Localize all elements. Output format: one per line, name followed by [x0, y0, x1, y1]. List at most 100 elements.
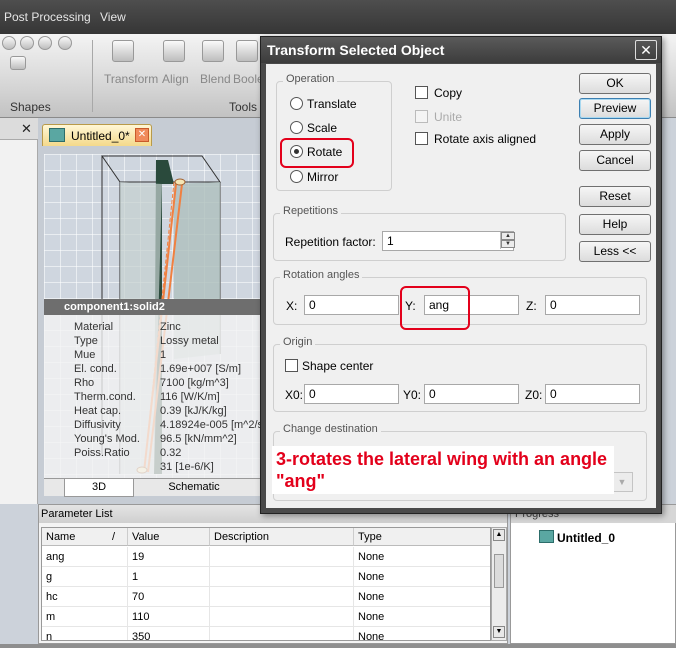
x0-input[interactable]: 0	[304, 384, 399, 404]
transform-button[interactable]: Transform	[104, 72, 158, 86]
radio-label: Translate	[307, 97, 357, 111]
table-row[interactable]: n 350 None	[42, 627, 490, 640]
radio-indicator	[290, 170, 303, 183]
ribbon-separator	[92, 40, 93, 112]
object-info-title: component1:solid2	[44, 299, 262, 315]
tab-3d[interactable]: 3D	[64, 479, 134, 497]
shape-center-checkbox[interactable]	[285, 359, 298, 372]
property-value: 1.69e+007 [S/m]	[160, 363, 242, 375]
boolean-icon[interactable]	[236, 40, 258, 62]
copy-label: Copy	[434, 86, 463, 100]
progress-tree-item[interactable]: Untitled_0	[557, 531, 615, 545]
property-value: 0.39 [kJ/K/kg]	[160, 405, 227, 417]
cell-type: None	[354, 627, 490, 640]
cell-value: 19	[128, 547, 210, 567]
cell-name: n	[42, 627, 128, 640]
cone-shape-icon[interactable]	[20, 36, 34, 50]
table-row[interactable]: g 1 None	[42, 567, 490, 587]
align-icon[interactable]	[163, 40, 185, 62]
cancel-button[interactable]: Cancel	[579, 150, 651, 171]
repetitions-group: Repetitions Repetition factor: 1 ▲ ▼	[273, 205, 566, 261]
close-icon[interactable]: ✕	[21, 121, 32, 137]
parameter-scrollbar[interactable]: ▲ ▼	[491, 527, 507, 641]
repetition-spinner[interactable]: ▲ ▼	[500, 232, 515, 249]
blend-button[interactable]: Blend	[200, 72, 231, 86]
scroll-down-icon[interactable]: ▼	[493, 626, 505, 638]
3d-viewport[interactable]: component1:solid2 Material Zinc Type Lossy…	[44, 154, 262, 478]
scroll-thumb[interactable]	[494, 554, 504, 588]
table-row[interactable]: ang 19 None	[42, 547, 490, 567]
menu-view[interactable]: View	[100, 10, 126, 24]
dialog-close-button[interactable]: ✕	[635, 40, 657, 60]
unite-label: Unite	[434, 110, 463, 124]
rotate-shape-icon[interactable]	[58, 36, 72, 50]
copy-checkbox[interactable]	[415, 86, 428, 99]
property-row: Heat cap. 0.39 [kJ/K/kg]	[44, 405, 262, 419]
close-tab-icon[interactable]: ✕	[135, 128, 149, 142]
operation-legend: Operation	[283, 73, 338, 85]
y0-label: Y0:	[403, 388, 422, 402]
cell-name: hc	[42, 587, 128, 607]
property-key: Material	[74, 321, 114, 333]
rotate-highlight	[280, 138, 354, 168]
property-value: 7100 [kg/m^3]	[160, 377, 229, 389]
tab-schematic[interactable]: Schematic	[154, 479, 234, 497]
cell-description	[210, 547, 354, 567]
cell-type: None	[354, 567, 490, 587]
document-tab[interactable]: Untitled_0* ✕	[42, 124, 152, 146]
y0-input[interactable]: 0	[424, 384, 519, 404]
transform-dialog: Transform Selected Object ✕ Operation Tr…	[260, 36, 662, 514]
radio-label: Mirror	[307, 170, 339, 184]
less-button[interactable]: Less <<	[579, 241, 651, 262]
transform-icon[interactable]	[112, 40, 134, 62]
sphere-shape-icon[interactable]	[2, 36, 16, 50]
column-header-description[interactable]: Description	[210, 528, 354, 546]
column-header-value[interactable]: Value	[128, 528, 210, 546]
align-button[interactable]: Align	[162, 72, 189, 86]
repetition-factor-label: Repetition factor:	[285, 235, 376, 249]
cell-value: 70	[128, 587, 210, 607]
scroll-up-icon[interactable]: ▲	[493, 529, 505, 541]
radio-indicator	[290, 121, 303, 134]
repetitions-legend: Repetitions	[280, 205, 342, 217]
table-row[interactable]: hc 70 None	[42, 587, 490, 607]
menu-post-processing[interactable]: Post Processing	[4, 10, 91, 24]
property-value: Lossy metal	[160, 335, 219, 347]
repetition-factor-input[interactable]: 1	[382, 231, 514, 251]
close-icon: ✕	[640, 42, 652, 58]
torus-shape-icon[interactable]	[38, 36, 52, 50]
sort-indicator: /	[112, 531, 116, 543]
column-header-name[interactable]: Name /	[42, 528, 128, 546]
chevron-down-icon[interactable]: ▼	[611, 472, 633, 492]
spin-up-icon[interactable]: ▲	[501, 232, 515, 240]
column-header-type[interactable]: Type	[354, 528, 490, 546]
z0-input[interactable]: 0	[545, 384, 640, 404]
z-angle-label: Z:	[526, 299, 537, 313]
reset-button[interactable]: Reset	[579, 186, 651, 207]
cell-type: None	[354, 547, 490, 567]
apply-button[interactable]: Apply	[579, 124, 651, 145]
cell-description	[210, 607, 354, 627]
property-value: Zinc	[160, 321, 181, 333]
spin-down-icon[interactable]: ▼	[501, 240, 515, 248]
property-row: Young's Mod. 96.5 [kN/mm^2]	[44, 433, 262, 447]
z-angle-input[interactable]: 0	[545, 295, 640, 315]
unite-checkbox[interactable]	[415, 110, 428, 123]
property-value: 4.18924e-005 [m^2/s]	[160, 419, 262, 431]
table-row[interactable]: m 110 None	[42, 607, 490, 627]
preview-button[interactable]: Preview	[579, 98, 651, 119]
x-angle-input[interactable]: 0	[304, 295, 399, 315]
property-key: Mue	[74, 349, 96, 361]
extrude-shape-icon[interactable]	[10, 56, 26, 70]
property-row: Type Lossy metal	[44, 335, 262, 349]
property-key: El. cond.	[74, 363, 117, 375]
property-key: Young's Mod.	[74, 433, 140, 445]
rotate-axis-aligned-checkbox[interactable]	[415, 132, 428, 145]
property-key: Therm.cond.	[74, 391, 136, 403]
ok-button[interactable]: OK	[579, 73, 651, 94]
property-value: 96.5 [kN/mm^2]	[160, 433, 237, 445]
blend-icon[interactable]	[202, 40, 224, 62]
x0-label: X0:	[285, 388, 304, 402]
help-button[interactable]: Help	[579, 214, 651, 235]
origin-legend: Origin	[280, 336, 316, 348]
